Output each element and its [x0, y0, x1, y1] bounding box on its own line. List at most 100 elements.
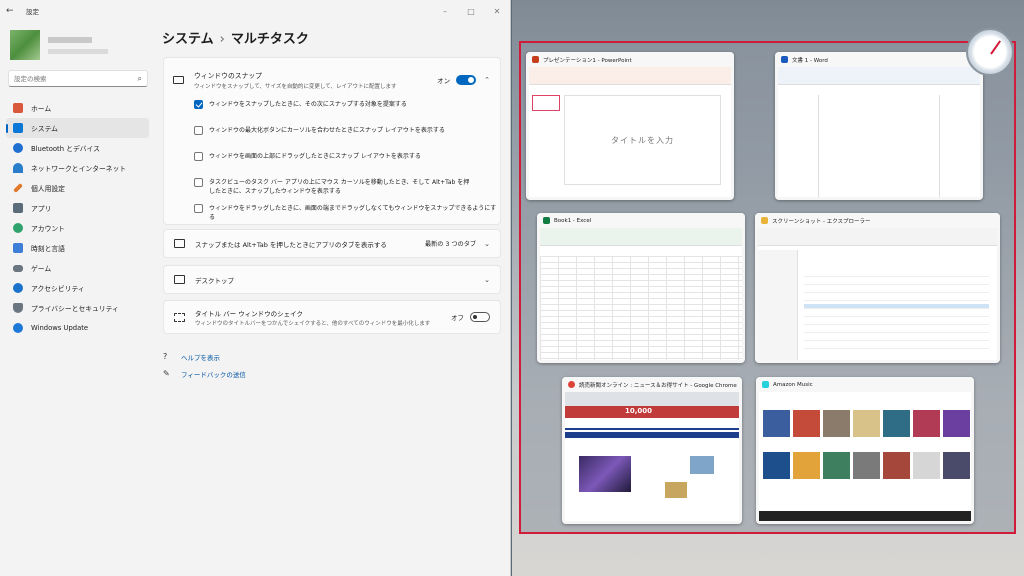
clock-icon [966, 28, 1014, 76]
news-image [665, 482, 687, 498]
snap-option-checkbox[interactable] [194, 204, 203, 213]
sidebar-item-home[interactable]: ホーム [6, 98, 149, 118]
window-title: 設定 [26, 8, 39, 16]
thumbnail-title: Book1 - Excel [554, 217, 592, 224]
sidebar-item-label: Bluetooth とデバイス [31, 145, 100, 153]
back-button[interactable]: ← [6, 6, 18, 16]
apps-icon [13, 203, 23, 213]
snap-windows-header[interactable]: ウィンドウのスナップ ウィンドウをスナップして、サイズを自動的に変更して、レイア… [164, 58, 500, 92]
snap-option-checkbox[interactable] [194, 152, 203, 161]
chevron-down-icon: ⌄ [484, 239, 490, 248]
sidebar-item-label: アカウント [31, 225, 65, 233]
thumbnail-preview: タイトルを入力 [529, 67, 731, 197]
help-icon: ? [163, 352, 168, 361]
sidebar-item-network[interactable]: ネットワークとインターネット [6, 158, 149, 178]
snap-description: ウィンドウをスナップして、サイズを自動的に変更して、レイアウトに配置します [194, 83, 397, 90]
thumbnail-preview [778, 67, 980, 197]
thumbnail-preview [540, 228, 742, 360]
shake-toggle[interactable] [470, 312, 490, 322]
sidebar-item-gaming[interactable]: ゲーム [6, 258, 149, 278]
sidebar-item-label: アプリ [31, 205, 52, 213]
user-name-blurred [48, 36, 108, 54]
search-box[interactable]: ⌕ [8, 70, 148, 87]
alt-tab-label: スナップまたは Alt+Tab を押したときにアプリのタブを表示する [195, 240, 387, 249]
clock-language-icon [13, 243, 23, 253]
desktops-setting[interactable]: デスクトップ ⌄ [163, 265, 501, 294]
breadcrumb-parent[interactable]: システム [162, 32, 214, 47]
breadcrumb-separator: › [219, 32, 225, 47]
snap-option-4[interactable]: タスクビューのタスク バー アプリの上にマウス カーソルを移動したとき、そして … [164, 178, 500, 196]
snap-option-3[interactable]: ウィンドウを画面の上部にドラッグしたときにスナップ レイアウトを表示する [164, 152, 500, 170]
help-link[interactable]: ? ヘルプを表示 [163, 348, 246, 365]
shake-toggle-group: オフ [451, 312, 490, 322]
snap-option-checkbox[interactable] [194, 178, 203, 187]
snap-option-1[interactable]: ウィンドウをスナップしたときに、その次にスナップする対象を提案する [164, 100, 500, 118]
snap-thumbnail-chrome[interactable]: 読売新聞オンライン : ニュース＆お得サイト - Google Chrome 1… [562, 377, 742, 524]
help-links: ? ヘルプを表示 ✎ フィードバックの送信 [163, 348, 246, 382]
alt-tab-dropdown[interactable]: 最新の 3 つのタブ ⌄ [424, 239, 490, 249]
slide-canvas: タイトルを入力 [564, 95, 721, 185]
snap-thumbnail-powerpoint[interactable]: プレゼンテーション1 - PowerPoint タイトルを入力 [526, 52, 734, 200]
snap-option-label: ウィンドウをドラッグしたときに、画面の端までドラッグしなくてもウィンドウをスナッ… [209, 205, 497, 221]
sidebar-item-personalization[interactable]: 個人用設定 [6, 178, 149, 198]
title-bar-shake-setting: タイトル バー ウィンドウのシェイク ウィンドウのタイトルバーをつかんでシェイク… [163, 300, 501, 334]
user-profile[interactable] [10, 30, 108, 60]
minimize-button[interactable]: – [432, 7, 458, 16]
snap-toggle-group: オン ⌃ [437, 74, 490, 85]
close-button[interactable]: ✕ [484, 7, 510, 16]
thumbnail-preview: 10,000 [565, 392, 739, 521]
thumbnail-title-bar: Book1 - Excel [537, 213, 745, 228]
sidebar-item-time-language[interactable]: 時刻と言語 [6, 238, 149, 258]
snap-thumbnail-word[interactable]: 文書 1 - Word [775, 52, 983, 200]
accessibility-icon [13, 283, 23, 293]
desktops-expander[interactable]: ⌄ [476, 276, 490, 284]
thumbnail-title: 読売新聞オンライン : ニュース＆お得サイト - Google Chrome [579, 382, 737, 389]
spreadsheet-grid [540, 256, 742, 360]
sidebar-item-accessibility[interactable]: アクセシビリティ [6, 278, 149, 298]
snap-option-checkbox[interactable] [194, 100, 203, 109]
slide-thumbnail [532, 95, 560, 111]
feedback-link[interactable]: ✎ フィードバックの送信 [163, 365, 246, 382]
snap-thumbnail-excel[interactable]: Book1 - Excel [537, 213, 745, 363]
breadcrumb: システム › マルチタスク [162, 28, 309, 47]
shake-icon [174, 312, 185, 322]
slide-title-placeholder: タイトルを入力 [611, 135, 674, 145]
powerpoint-icon [532, 56, 539, 63]
snap-toggle[interactable] [456, 74, 477, 85]
system-icon [13, 123, 23, 133]
thumbnail-title-bar: プレゼンテーション1 - PowerPoint [526, 52, 734, 67]
sidebar-item-bluetooth[interactable]: Bluetooth とデバイス [6, 138, 149, 158]
brush-icon [13, 183, 23, 193]
shake-description: ウィンドウのタイトルバーをつかんでシェイクすると、他のすべてのウィンドウを最小化… [195, 320, 431, 327]
sidebar-item-label: プライバシーとセキュリティ [31, 305, 119, 313]
snap-option-5[interactable]: ウィンドウをドラッグしたときに、画面の端までドラッグしなくてもウィンドウをスナッ… [164, 204, 500, 222]
help-link-label: ヘルプを表示 [181, 353, 220, 362]
feedback-link-label: フィードバックの送信 [181, 370, 246, 379]
sidebar-item-windows-update[interactable]: Windows Update [6, 318, 149, 338]
sidebar-item-accounts[interactable]: アカウント [6, 218, 149, 238]
maximize-button[interactable]: □ [458, 7, 484, 16]
snap-thumbnail-amazon-music[interactable]: Amazon Music [756, 377, 974, 524]
thumbnail-title: プレゼンテーション1 - PowerPoint [543, 57, 632, 64]
ad-banner-text: 10,000 [625, 407, 653, 415]
snap-windows-card: ウィンドウのスナップ ウィンドウをスナップして、サイズを自動的に変更して、レイア… [163, 57, 501, 225]
search-input[interactable] [14, 74, 138, 83]
chevron-down-icon: ⌄ [484, 275, 490, 284]
snap-thumbnail-explorer[interactable]: スクリーンショット - エクスプローラー [755, 213, 1000, 363]
chevron-up-icon[interactable]: ⌃ [484, 76, 490, 84]
sidebar-item-system[interactable]: システム [6, 118, 149, 138]
snap-option-checkbox[interactable] [194, 126, 203, 135]
title-bar: ← 設定 – □ ✕ [0, 0, 510, 22]
sidebar-item-label: アクセシビリティ [31, 285, 85, 293]
search-icon[interactable]: ⌕ [138, 74, 142, 84]
bluetooth-icon [13, 143, 23, 153]
sidebar-item-privacy[interactable]: プライバシーとセキュリティ [6, 298, 149, 318]
sidebar-item-label: Windows Update [31, 324, 89, 332]
settings-window: ← 設定 – □ ✕ ⌕ ホーム システム Bluetooth とデバイス [0, 0, 511, 576]
snap-option-2[interactable]: ウィンドウの最大化ボタンにカーソルを合わせたときにスナップ レイアウトを表示する [164, 126, 500, 144]
sidebar-item-apps[interactable]: アプリ [6, 198, 149, 218]
sidebar-item-label: 個人用設定 [31, 185, 65, 193]
thumbnail-title-bar: スクリーンショット - エクスプローラー [755, 213, 1000, 228]
ad-banner: 10,000 [565, 406, 739, 418]
alt-tab-dropdown-value: 最新の 3 つのタブ [424, 241, 477, 248]
